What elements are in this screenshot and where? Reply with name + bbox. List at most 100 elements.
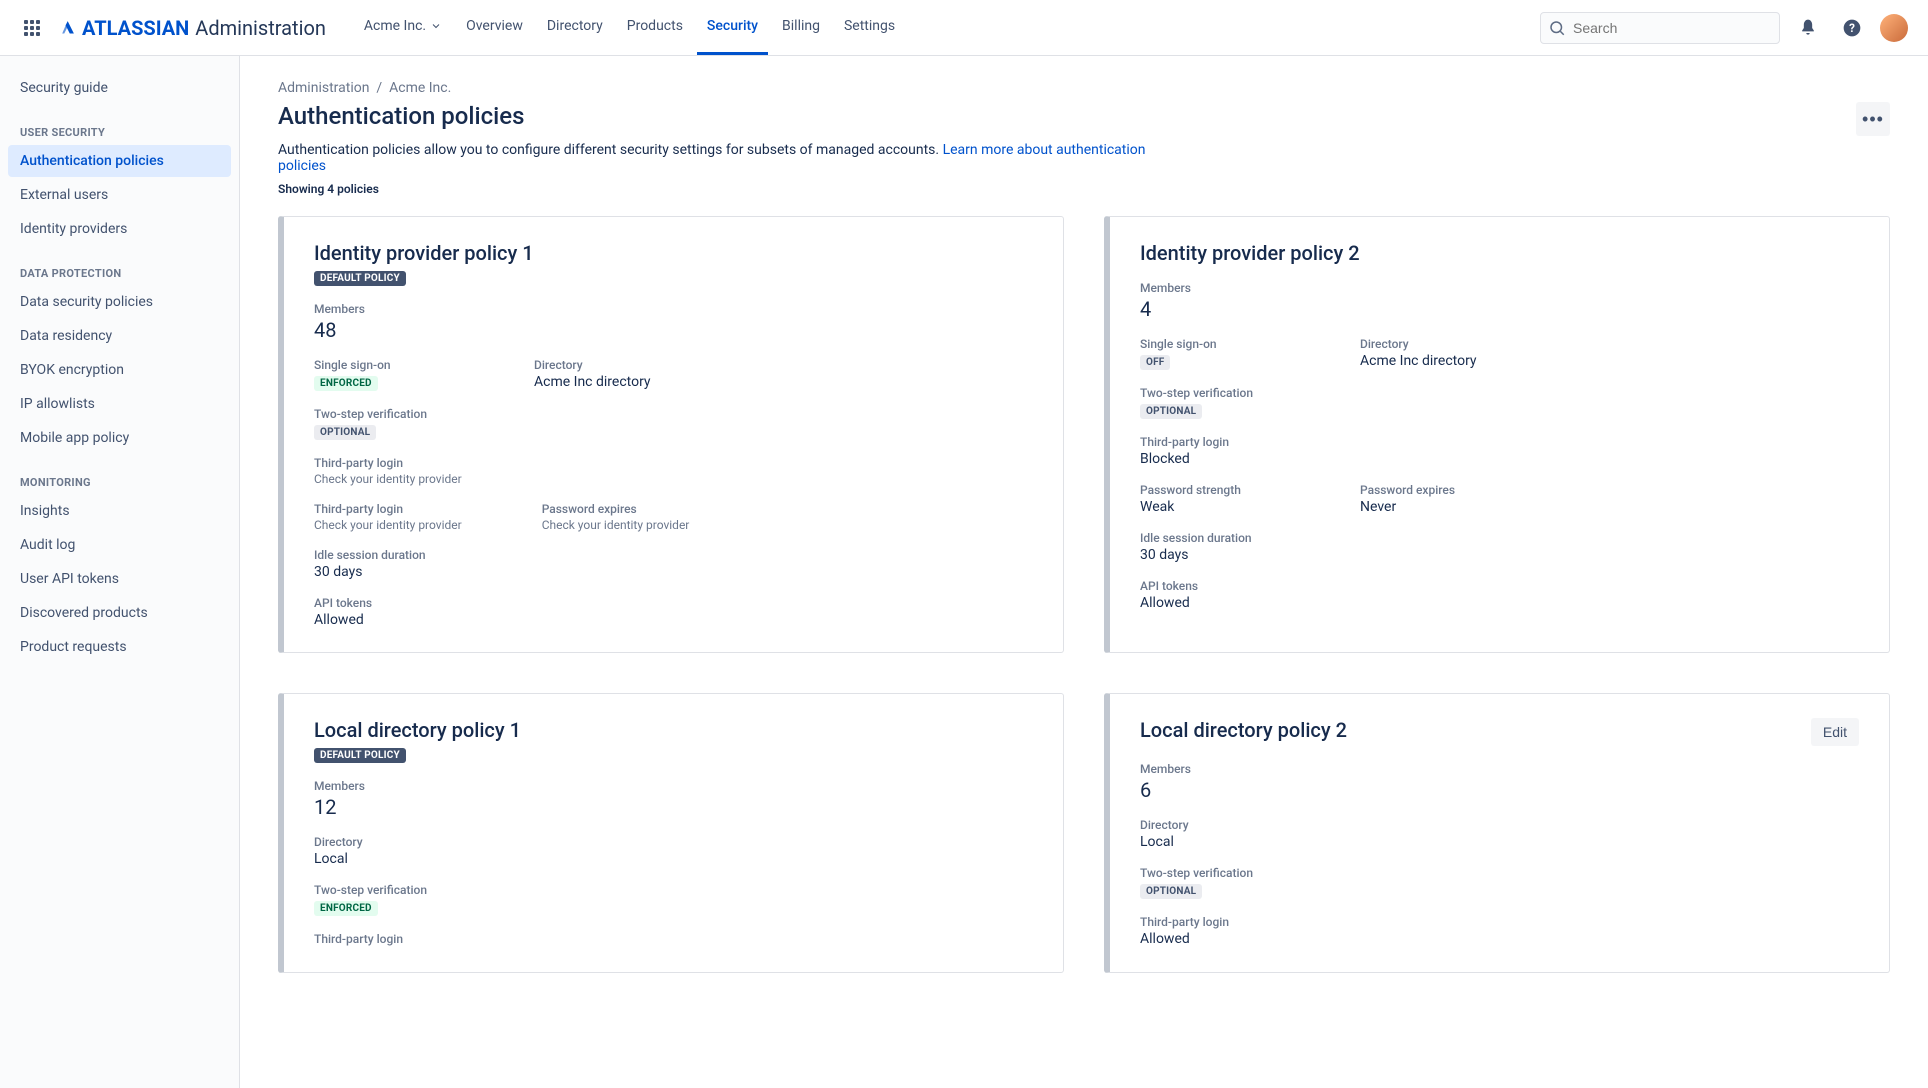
search-input[interactable] — [1540, 12, 1780, 44]
more-actions-button[interactable]: ••• — [1856, 102, 1890, 136]
thirdparty-value: Allowed — [1140, 931, 1859, 947]
directory-value: Acme Inc directory — [534, 374, 674, 390]
breadcrumb-org: Acme Inc. — [389, 80, 451, 96]
api-value: Allowed — [1140, 595, 1859, 611]
api-label: API tokens — [1140, 579, 1859, 593]
thirdparty-label-2: Third-party login — [314, 502, 462, 516]
chevron-down-icon — [430, 20, 442, 32]
notifications-icon[interactable] — [1792, 12, 1824, 44]
sidebar-item-identity-providers[interactable]: Identity providers — [8, 213, 231, 245]
twostep-label: Two-step verification — [1140, 386, 1859, 400]
breadcrumb: Administration / Acme Inc. — [278, 80, 1890, 96]
sso-status: ENFORCED — [314, 376, 378, 391]
sidebar-header-data-protection: DATA PROTECTION — [8, 247, 231, 286]
help-icon[interactable]: ? — [1836, 12, 1868, 44]
twostep-status: ENFORCED — [314, 901, 378, 916]
sidebar-item-product-requests[interactable]: Product requests — [8, 631, 231, 663]
sidebar-item-auth-policies[interactable]: Authentication policies — [8, 145, 231, 177]
members-value: 12 — [314, 795, 1033, 819]
members-label: Members — [1140, 281, 1859, 295]
twostep-label: Two-step verification — [1140, 866, 1859, 880]
directory-label: Directory — [534, 358, 674, 372]
thirdparty-value: Blocked — [1140, 451, 1859, 467]
default-policy-badge: DEFAULT POLICY — [314, 748, 406, 763]
topbar-right: ? — [1540, 12, 1908, 44]
brand-suffix: Administration — [195, 16, 326, 40]
policy-title: Local directory policy 1 — [314, 718, 1033, 742]
pw-expires-sub: Check your identity provider — [542, 518, 690, 532]
idle-value: 30 days — [314, 564, 1033, 580]
pw-expires-label: Password expires — [542, 502, 690, 516]
members-value: 4 — [1140, 297, 1859, 321]
sidebar-security-guide[interactable]: Security guide — [8, 72, 231, 104]
twostep-label: Two-step verification — [314, 883, 1033, 897]
sidebar-item-user-api-tokens[interactable]: User API tokens — [8, 563, 231, 595]
nav-overview[interactable]: Overview — [456, 0, 533, 55]
twostep-label: Two-step verification — [314, 407, 1033, 421]
idle-value: 30 days — [1140, 547, 1859, 563]
policy-title: Identity provider policy 1 — [314, 241, 1033, 265]
twostep-status: OPTIONAL — [1140, 884, 1202, 899]
org-dropdown[interactable]: Acme Inc. — [354, 0, 452, 55]
brand-name: ATLASSIAN — [82, 16, 189, 40]
twostep-status: OPTIONAL — [314, 425, 376, 440]
directory-value: Acme Inc directory — [1360, 353, 1500, 369]
policy-card: Local directory policy 1 DEFAULT POLICY … — [278, 693, 1064, 973]
search-box — [1540, 12, 1780, 44]
members-label: Members — [314, 779, 1033, 793]
api-label: API tokens — [314, 596, 1033, 610]
sidebar-header-user-security: USER SECURITY — [8, 106, 231, 145]
breadcrumb-admin[interactable]: Administration — [278, 80, 369, 96]
directory-value: Local — [1140, 834, 1859, 850]
page-title: Authentication policies — [278, 102, 525, 130]
policy-card: Identity provider policy 1 DEFAULT POLIC… — [278, 216, 1064, 653]
nav-billing[interactable]: Billing — [772, 0, 830, 55]
nav-products[interactable]: Products — [617, 0, 693, 55]
top-nav: Acme Inc. Overview Directory Products Se… — [354, 0, 905, 55]
members-value: 6 — [1140, 778, 1859, 802]
avatar[interactable] — [1880, 14, 1908, 42]
sidebar-item-byok[interactable]: BYOK encryption — [8, 354, 231, 386]
edit-button[interactable]: Edit — [1811, 718, 1859, 746]
policy-cards: Identity provider policy 1 DEFAULT POLIC… — [278, 216, 1890, 973]
sidebar-item-audit-log[interactable]: Audit log — [8, 529, 231, 561]
policy-title: Local directory policy 2 — [1140, 718, 1347, 742]
sidebar-item-discovered-products[interactable]: Discovered products — [8, 597, 231, 629]
nav-directory[interactable]: Directory — [537, 0, 613, 55]
sso-label: Single sign-on — [1140, 337, 1280, 351]
default-policy-badge: DEFAULT POLICY — [314, 271, 406, 286]
directory-label: Directory — [1140, 818, 1859, 832]
app-switcher-icon[interactable] — [20, 16, 44, 40]
search-icon — [1548, 19, 1566, 37]
idle-label: Idle session duration — [1140, 531, 1859, 545]
showing-count: Showing 4 policies — [278, 182, 1890, 196]
pw-strength-label: Password strength — [1140, 483, 1280, 497]
sidebar-item-insights[interactable]: Insights — [8, 495, 231, 527]
nav-settings[interactable]: Settings — [834, 0, 905, 55]
sso-label: Single sign-on — [314, 358, 454, 372]
api-value: Allowed — [314, 612, 1033, 628]
thirdparty-sub: Check your identity provider — [314, 472, 1033, 486]
sidebar-item-ip-allowlists[interactable]: IP allowlists — [8, 388, 231, 420]
main-content: Administration / Acme Inc. Authenticatio… — [240, 56, 1928, 1088]
sidebar-item-mobile-app-policy[interactable]: Mobile app policy — [8, 422, 231, 454]
policy-title: Identity provider policy 2 — [1140, 241, 1859, 265]
directory-value: Local — [314, 851, 1033, 867]
members-value: 48 — [314, 318, 1033, 342]
sidebar-item-data-security[interactable]: Data security policies — [8, 286, 231, 318]
org-name: Acme Inc. — [364, 18, 426, 34]
thirdparty-label: Third-party login — [314, 456, 1033, 470]
sidebar-item-external-users[interactable]: External users — [8, 179, 231, 211]
members-label: Members — [314, 302, 1033, 316]
policy-card: Local directory policy 2 Edit Members 6 … — [1104, 693, 1890, 973]
sidebar-item-data-residency[interactable]: Data residency — [8, 320, 231, 352]
nav-security[interactable]: Security — [697, 0, 768, 55]
pw-expires-value: Never — [1360, 499, 1500, 515]
sidebar-header-monitoring: MONITORING — [8, 456, 231, 495]
thirdparty-label: Third-party login — [1140, 915, 1859, 929]
svg-text:?: ? — [1849, 21, 1855, 35]
top-bar: ATLASSIAN Administration Acme Inc. Overv… — [0, 0, 1928, 56]
thirdparty-label: Third-party login — [314, 932, 1033, 946]
members-label: Members — [1140, 762, 1859, 776]
idle-label: Idle session duration — [314, 548, 1033, 562]
